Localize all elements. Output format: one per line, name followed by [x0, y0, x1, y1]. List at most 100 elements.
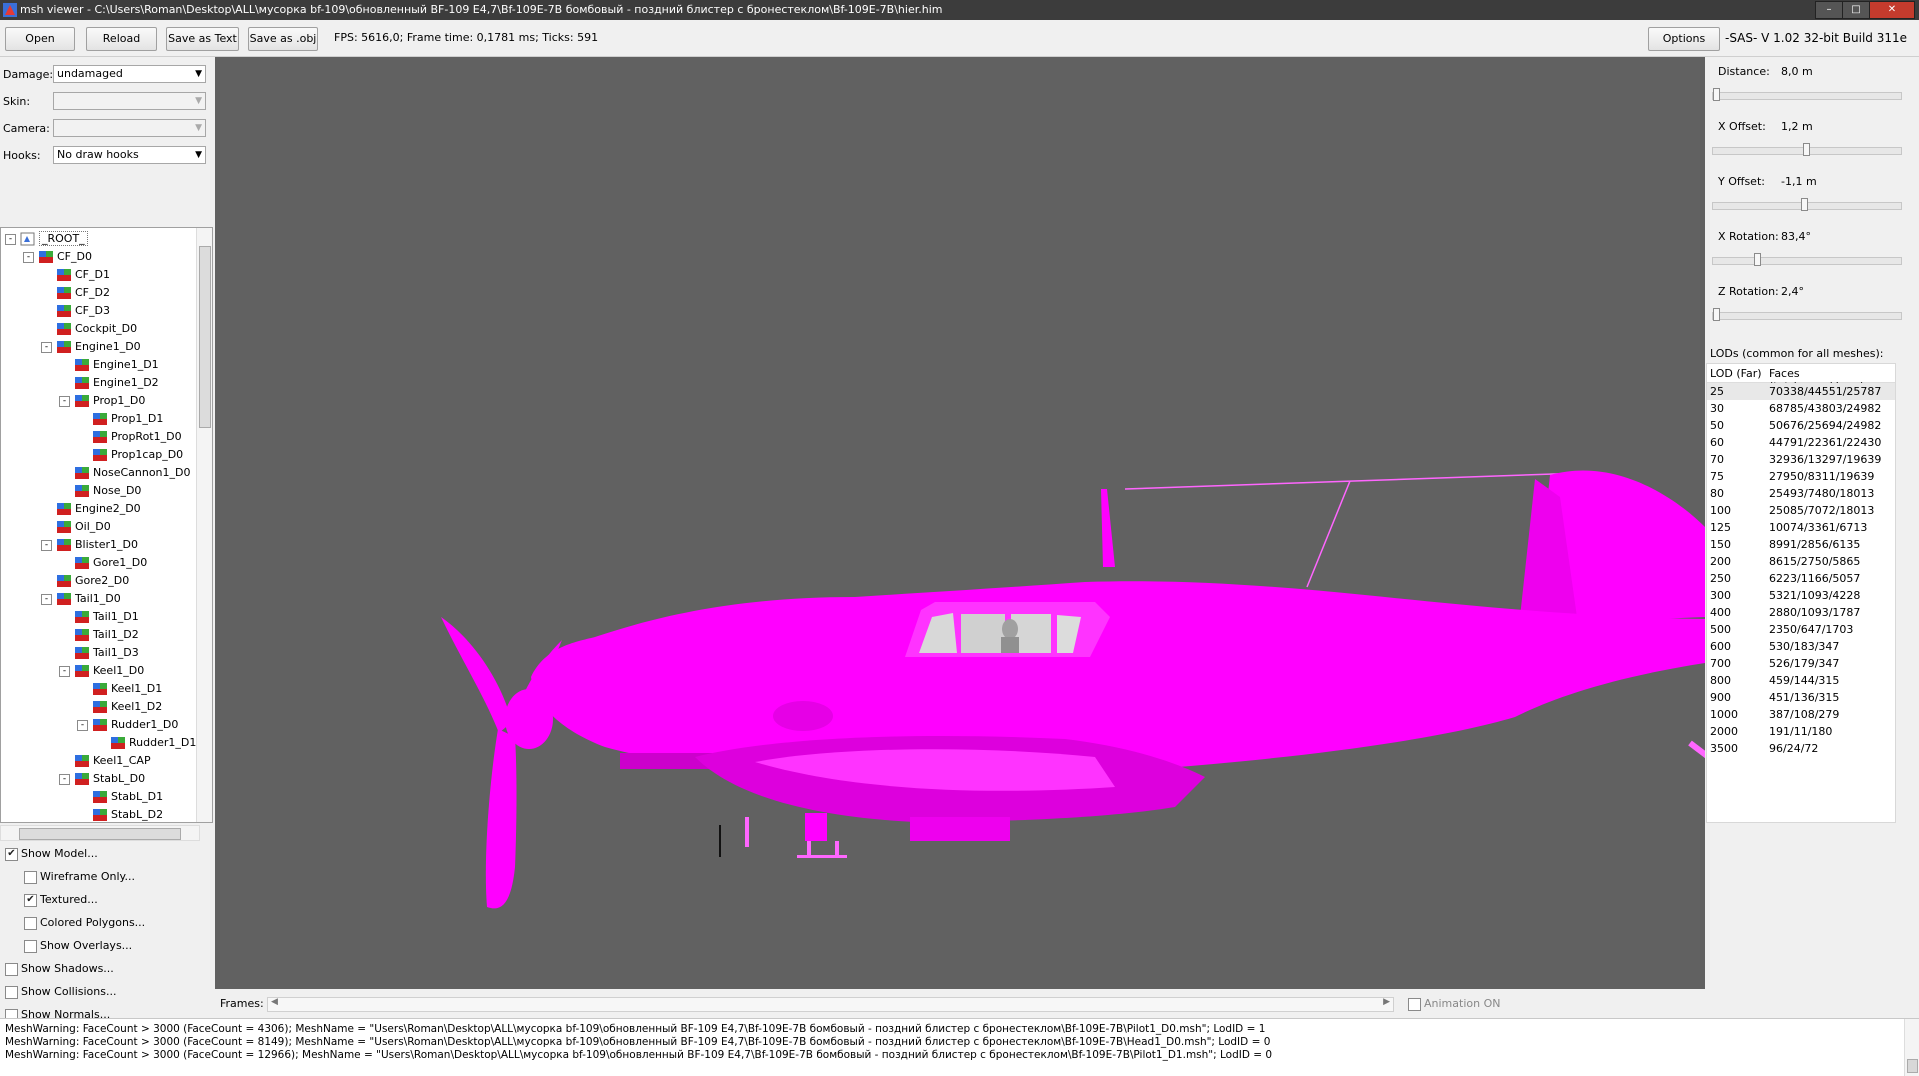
tree-item[interactable]: Engine1_D2 — [59, 374, 159, 392]
collapse-toggle[interactable]: - — [59, 395, 70, 407]
tree-item[interactable]: Gore2_D0 — [41, 572, 129, 590]
slider-track[interactable] — [1712, 92, 1902, 100]
table-row[interactable]: 900 451/136/315 — [1707, 689, 1895, 706]
tree-item[interactable]: - CF_D0 — [23, 248, 92, 266]
tree-item[interactable]: - Tail1_D0 — [41, 590, 121, 608]
tree-item[interactable]: Rudder1_D1 — [95, 734, 196, 752]
open-button[interactable]: Open — [5, 27, 75, 51]
option-checkbox[interactable]: Show Shadows... — [5, 962, 114, 976]
tree-item[interactable]: - Engine1_D0 — [41, 338, 141, 356]
3d-viewport[interactable] — [215, 57, 1705, 989]
options-button[interactable]: Options — [1648, 27, 1720, 51]
collapse-toggle[interactable]: - — [41, 593, 52, 605]
table-row[interactable]: 150 8991/2856/6135 — [1707, 536, 1895, 553]
tree-horizontal-scrollbar[interactable] — [0, 825, 200, 841]
save-as-obj-button[interactable]: Save as .obj — [248, 27, 318, 51]
table-row[interactable]: 50 50676/25694/24982 — [1707, 417, 1895, 434]
table-row[interactable]: 700 526/179/347 — [1707, 655, 1895, 672]
tree-item[interactable]: - Keel1_D0 — [59, 662, 144, 680]
slider-thumb[interactable] — [1801, 198, 1809, 211]
minimize-button[interactable]: – — [1815, 1, 1843, 19]
scroll-right-icon[interactable]: ▶ — [1383, 997, 1390, 1007]
table-row[interactable]: 600 530/183/347 — [1707, 638, 1895, 655]
tree-item[interactable]: - StabL_D0 — [59, 770, 145, 788]
table-row[interactable]: 300 5321/1093/4228 — [1707, 587, 1895, 604]
table-row[interactable]: 2000 191/11/180 — [1707, 723, 1895, 740]
animation-toggle[interactable]: Animation ON — [1408, 997, 1500, 1011]
checkmark-icon[interactable]: ✔ — [5, 847, 18, 861]
tree-item[interactable]: Cockpit_D0 — [41, 320, 137, 338]
checkbox-icon[interactable] — [5, 962, 18, 976]
tree-item[interactable]: - _ROOT_ — [5, 230, 88, 248]
tree-vertical-scrollbar[interactable] — [196, 228, 212, 822]
slider-thumb[interactable] — [1803, 143, 1810, 156]
slider-track[interactable] — [1712, 312, 1902, 320]
collapse-toggle[interactable]: - — [5, 233, 16, 245]
tree-item[interactable]: StabL_D1 — [77, 788, 163, 806]
tree-item[interactable]: - Rudder1_D0 — [77, 716, 178, 734]
table-row[interactable]: 125 10074/3361/6713 — [1707, 519, 1895, 536]
checkbox-icon[interactable] — [5, 985, 18, 999]
tree-item[interactable]: CF_D1 — [41, 266, 110, 284]
tree-item[interactable]: - Prop1_D0 — [59, 392, 145, 410]
option-checkbox[interactable]: ✔ Show Model... — [5, 847, 98, 861]
table-row[interactable]: 30 68785/43803/24982 — [1707, 400, 1895, 417]
slider-thumb[interactable] — [1713, 88, 1720, 101]
skin-select[interactable]: ▼ — [53, 92, 206, 110]
collapse-toggle[interactable]: - — [41, 539, 52, 551]
scrollbar-thumb[interactable] — [199, 246, 211, 428]
collapse-toggle[interactable]: - — [59, 665, 70, 677]
option-checkbox[interactable]: Show Overlays... — [24, 939, 132, 953]
tree-item[interactable]: Tail1_D2 — [59, 626, 139, 644]
scrollbar-thumb[interactable] — [19, 828, 181, 840]
tree-item[interactable]: - Blister1_D0 — [41, 536, 138, 554]
frames-slider[interactable]: ◀ ▶ — [267, 997, 1394, 1012]
checkbox-icon[interactable] — [1408, 997, 1421, 1011]
save-as-text-button[interactable]: Save as Text — [166, 27, 239, 51]
hooks-select[interactable]: No draw hooks ▼ — [53, 146, 206, 164]
slider-thumb[interactable] — [1754, 253, 1762, 266]
tree-item[interactable]: Engine1_D1 — [59, 356, 159, 374]
damage-select[interactable]: undamaged ▼ — [53, 65, 206, 83]
tree-item[interactable]: PropRot1_D0 — [77, 428, 182, 446]
collapse-toggle[interactable]: - — [23, 251, 34, 263]
table-row[interactable]: 60 44791/22361/22430 — [1707, 434, 1895, 451]
close-button[interactable]: ✕ — [1869, 1, 1915, 19]
table-row[interactable]: 70 32936/13297/19639 — [1707, 451, 1895, 468]
option-checkbox[interactable]: Show Collisions... — [5, 985, 116, 999]
checkbox-icon[interactable] — [24, 916, 37, 930]
table-row[interactable]: 1000 387/108/279 — [1707, 706, 1895, 723]
slider-track[interactable] — [1712, 257, 1902, 265]
table-row[interactable]: 400 2880/1093/1787 — [1707, 604, 1895, 621]
table-row[interactable]: 250 6223/1166/5057 — [1707, 570, 1895, 587]
tree-item[interactable]: StabL_D2 — [77, 806, 163, 822]
scrollbar-thumb[interactable] — [1907, 1059, 1918, 1073]
checkbox-icon[interactable] — [24, 870, 37, 884]
tree-item[interactable]: Tail1_D3 — [59, 644, 139, 662]
table-row[interactable]: 25 70338/44551/25787 — [1707, 383, 1895, 400]
option-checkbox[interactable]: Wireframe Only... — [24, 870, 135, 884]
tree-item[interactable]: Tail1_D1 — [59, 608, 139, 626]
table-row[interactable]: 800 459/144/315 — [1707, 672, 1895, 689]
col-lod-header[interactable]: LOD (Far) — [1710, 367, 1762, 380]
tree-item[interactable]: NoseCannon1_D0 — [59, 464, 191, 482]
camera-select[interactable]: ▼ — [53, 119, 206, 137]
tree-item[interactable]: Keel1_CAP — [59, 752, 151, 770]
table-row[interactable]: 80 25493/7480/18013 — [1707, 485, 1895, 502]
mesh-tree[interactable]: - _ROOT_ - CF_D0 CF_D1 CF_D2 CF_D3 Cockpit_D0- E… — [0, 227, 213, 823]
option-checkbox[interactable]: ✔ Textured... — [24, 893, 98, 907]
slider-thumb[interactable] — [1713, 308, 1720, 321]
tree-item[interactable]: Keel1_D1 — [77, 680, 162, 698]
table-row[interactable]: 100 25085/7072/18013 — [1707, 502, 1895, 519]
tree-item[interactable]: Prop1cap_D0 — [77, 446, 183, 464]
collapse-toggle[interactable]: - — [59, 773, 70, 785]
table-row[interactable]: 200 8615/2750/5865 — [1707, 553, 1895, 570]
table-row[interactable]: 500 2350/647/1703 — [1707, 621, 1895, 638]
checkbox-icon[interactable] — [24, 939, 37, 953]
checkmark-icon[interactable]: ✔ — [24, 893, 37, 907]
tree-item[interactable]: CF_D3 — [41, 302, 110, 320]
scroll-left-icon[interactable]: ◀ — [271, 997, 278, 1007]
collapse-toggle[interactable]: - — [77, 719, 88, 731]
table-row[interactable]: 75 27950/8311/19639 — [1707, 468, 1895, 485]
tree-item[interactable]: Keel1_D2 — [77, 698, 162, 716]
